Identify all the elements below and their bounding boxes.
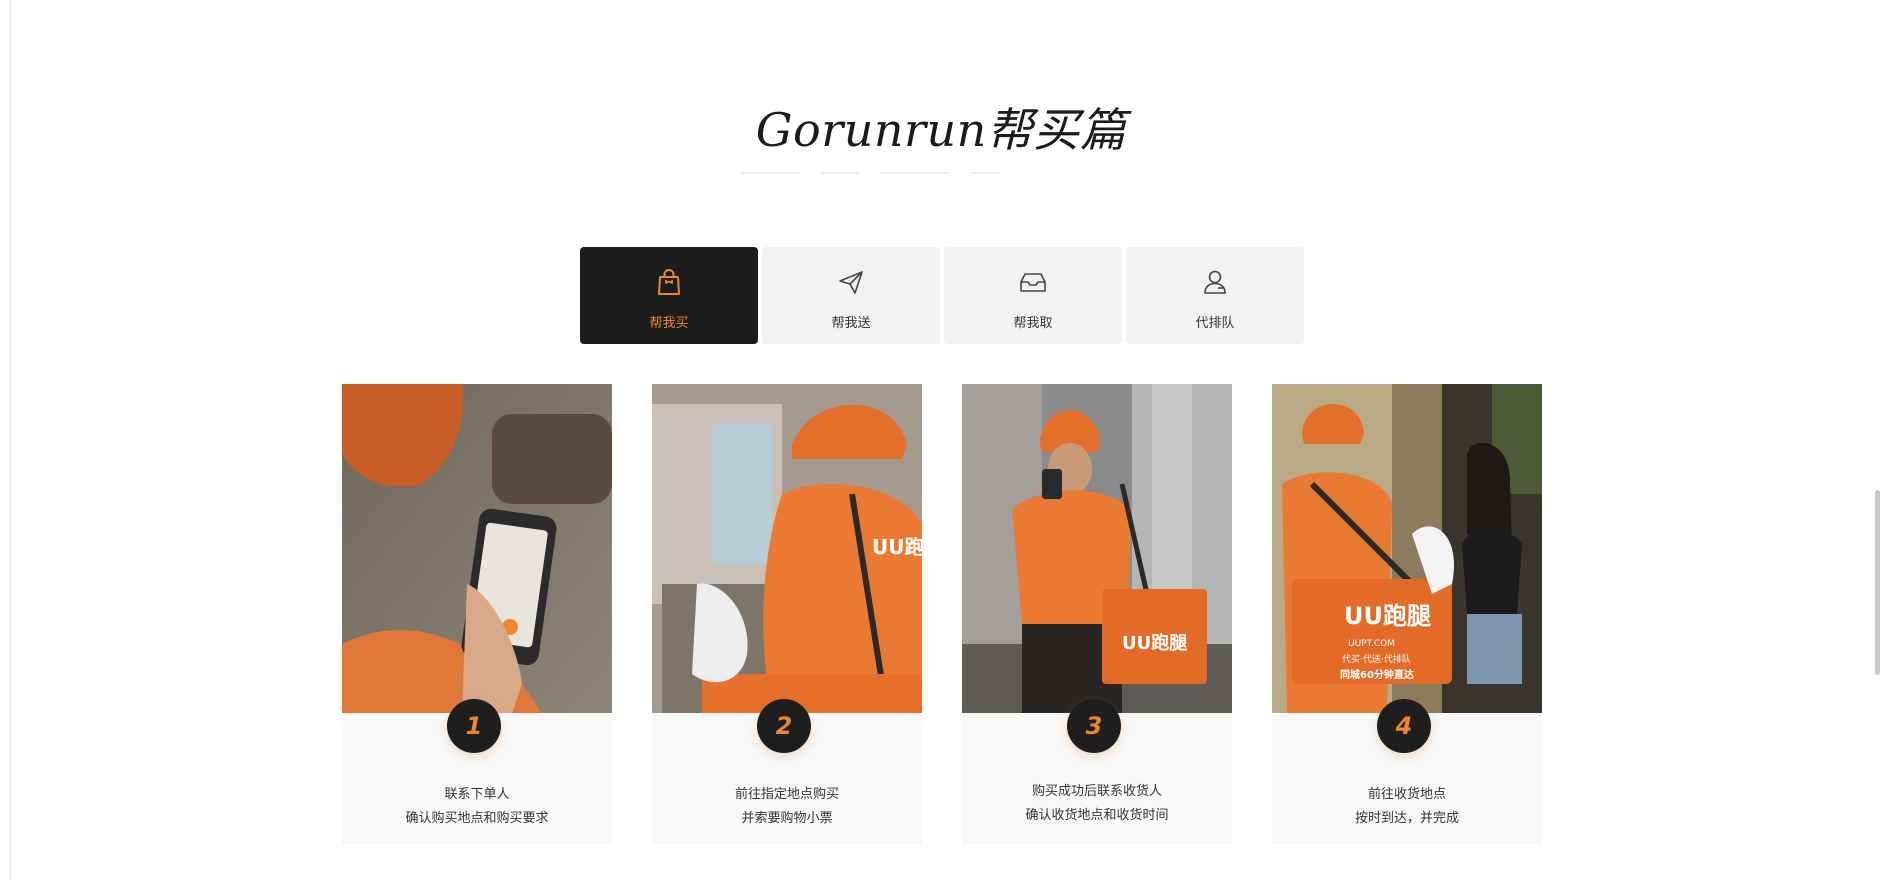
photo-site-text: UUPT.COM xyxy=(1348,639,1395,649)
step-number-badge: 2 xyxy=(757,699,811,753)
tab-help-pickup[interactable]: 帮我取 xyxy=(944,247,1122,344)
tab-help-buy[interactable]: 帮我买 xyxy=(580,247,758,344)
step-card-4: UU跑腿 UUPT.COM 代买·代送·代排队 同城60分钟直达 4 前往收货地… xyxy=(1272,384,1542,844)
step-card-1: 1 联系下单人 确认购买地点和购买要求 xyxy=(342,384,612,844)
tab-label: 帮我送 xyxy=(831,316,871,331)
step-photo-delivery-handoff: UU跑腿 UUPT.COM 代买·代送·代排队 同城60分钟直达 xyxy=(1272,384,1542,713)
service-tabs: 帮我买 帮我送 帮我取 代排队 xyxy=(580,247,1304,344)
shopping-bag-icon xyxy=(658,269,680,295)
photo-services-text: 代买·代送·代排队 xyxy=(1342,653,1411,665)
tab-queue[interactable]: 代排队 xyxy=(1126,247,1304,344)
step-title: 前往收货地点 xyxy=(1367,787,1446,802)
step-title: 购买成功后联系收货人 xyxy=(1031,784,1162,799)
step-photo-phone-order xyxy=(342,384,612,713)
step-number-badge: 3 xyxy=(1067,699,1121,753)
title-decoration xyxy=(740,168,1010,178)
step-description: 确认购买地点和购买要求 xyxy=(405,811,549,826)
photo-promise-text: 同城60分钟直达 xyxy=(1340,668,1414,681)
step-number-badge: 1 xyxy=(447,699,501,753)
step-card-2: UU跑腿 2 前往指定地点购买 并索要购物小票 xyxy=(652,384,922,844)
scrollbar-thumb[interactable] xyxy=(1875,490,1880,675)
tab-label: 帮我取 xyxy=(1013,316,1053,331)
tab-help-send[interactable]: 帮我送 xyxy=(762,247,940,344)
step-description: 按时到达，并完成 xyxy=(1354,811,1459,826)
section-title: Gorunrun帮买篇 xyxy=(755,103,1127,157)
step-title: 前往指定地点购买 xyxy=(734,787,839,802)
photo-brand-text: UU跑腿 xyxy=(1122,632,1187,654)
photo-brand-text: UU跑腿 xyxy=(1344,602,1431,630)
tab-label: 代排队 xyxy=(1195,316,1235,331)
step-photo-store-purchase: UU跑腿 xyxy=(652,384,922,713)
inbox-tray-icon xyxy=(1020,273,1046,292)
person-icon xyxy=(1204,270,1226,294)
photo-brand-text: UU跑腿 xyxy=(872,535,922,559)
step-description: 确认收货地点和收货时间 xyxy=(1025,808,1169,823)
paper-plane-icon xyxy=(839,271,863,294)
step-number-badge: 4 xyxy=(1377,699,1431,753)
step-card-3: UU跑腿 3 购买成功后联系收货人 确认收货地点和收货时间 xyxy=(962,384,1232,844)
step-title: 联系下单人 xyxy=(444,787,510,802)
tab-label: 帮我买 xyxy=(649,316,689,331)
step-description: 并索要购物小票 xyxy=(741,811,833,826)
step-photo-call-receiver: UU跑腿 xyxy=(962,384,1232,713)
